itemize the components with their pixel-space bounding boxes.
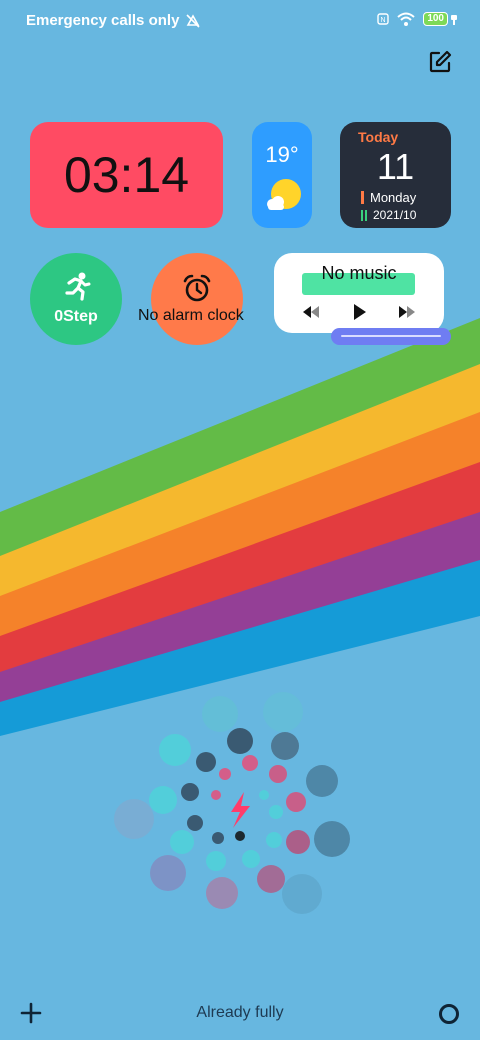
charging-plug-icon [451,15,457,25]
calendar-weekday-row: Monday [361,190,416,205]
battery-indicator: 100 [423,12,458,26]
carrier-text: Emergency calls only [26,12,180,29]
date-marker [361,209,367,221]
alarm-label: No alarm clock [138,307,244,324]
battery-level: 100 [423,12,448,26]
weather-widget[interactable]: 19° [252,122,312,228]
weekday-marker [361,191,364,204]
clock-time: 03:14 [63,147,190,203]
lightning-bolt-icon [231,792,250,828]
weather-temperature: 19° [265,142,299,167]
circle-icon[interactable] [439,1004,459,1024]
calendar-widget[interactable]: Today 11 Monday 2021/10 [340,122,451,228]
calendar-weekday: Monday [370,190,417,205]
alarm-widget[interactable] [151,253,243,345]
charging-animation [114,692,350,914]
calendar-today-label: Today [358,129,399,145]
status-bar-left: Emergency calls only [26,12,201,29]
play-icon[interactable] [352,303,368,321]
widget-drag-handle[interactable] [331,328,451,345]
svg-text:N: N [381,17,386,24]
music-title: No music [321,263,397,283]
calendar-day: 11 [376,146,415,187]
previous-track-icon[interactable] [302,305,320,319]
running-person-icon [65,272,91,301]
partly-sunny-icon [267,179,301,210]
wifi-icon [397,12,415,26]
charging-status-text: Already fully [196,1004,284,1021]
edit-icon[interactable] [428,50,452,74]
no-sim-icon [186,13,200,28]
calendar-date-row: 2021/10 [361,208,416,222]
clock-widget[interactable]: 03:14 [30,122,223,228]
nfc-icon: N [377,13,390,25]
alarm-clock-icon [183,274,211,302]
steps-widget[interactable]: 0Step [30,253,122,345]
steps-count: 0Step [54,308,98,325]
music-widget[interactable]: No music [274,253,444,333]
next-track-icon[interactable] [398,305,416,319]
status-bar-right: N 100 [377,12,458,26]
calendar-date: 2021/10 [373,208,417,222]
